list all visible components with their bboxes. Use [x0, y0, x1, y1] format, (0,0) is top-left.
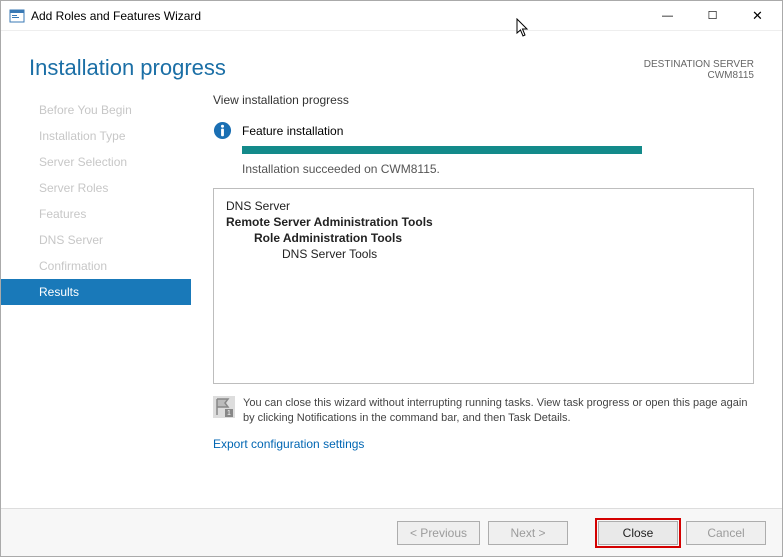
page-title: Installation progress [29, 55, 226, 81]
destination-server: DESTINATION SERVER CWM8115 [644, 59, 754, 81]
wizard-window: Add Roles and Features Wizard — ☐ ✕ Inst… [0, 0, 783, 557]
result-rsat: Remote Server Administration Tools [226, 215, 741, 229]
status-text: Installation succeeded on CWM8115. [242, 162, 754, 176]
header: Installation progress DESTINATION SERVER… [1, 31, 782, 89]
info-icon [213, 121, 232, 140]
result-role-admin-tools: Role Administration Tools [226, 231, 741, 245]
body: Before You Begin Installation Type Serve… [1, 89, 782, 508]
footer: < Previous Next > Close Cancel [1, 508, 782, 556]
minimize-button[interactable]: — [645, 2, 690, 30]
note-row: 1 You can close this wizard without inte… [213, 396, 754, 427]
svg-text:1: 1 [227, 410, 231, 417]
dest-server-name: CWM8115 [644, 70, 754, 81]
dest-label: DESTINATION SERVER [644, 59, 754, 70]
note-text: You can close this wizard without interr… [243, 396, 754, 427]
results-box: DNS Server Remote Server Administration … [213, 188, 754, 384]
next-button: Next > [488, 521, 568, 545]
content: View installation progress Feature insta… [191, 89, 782, 508]
sidebar-item-confirmation: Confirmation [1, 253, 191, 279]
sidebar: Before You Begin Installation Type Serve… [1, 89, 191, 508]
result-dns-server: DNS Server [226, 199, 741, 213]
app-icon [9, 8, 25, 24]
sidebar-item-dns-server: DNS Server [1, 227, 191, 253]
sidebar-item-installation-type: Installation Type [1, 123, 191, 149]
feature-status-row: Feature installation [213, 121, 754, 140]
export-config-link[interactable]: Export configuration settings [213, 437, 754, 451]
sidebar-item-results[interactable]: Results [1, 279, 191, 305]
flag-icon: 1 [213, 396, 235, 418]
cancel-button: Cancel [686, 521, 766, 545]
progress-bar [242, 146, 642, 154]
maximize-button[interactable]: ☐ [690, 2, 735, 30]
progress-bar-wrap [242, 146, 754, 154]
titlebar: Add Roles and Features Wizard — ☐ ✕ [1, 1, 782, 31]
content-heading: View installation progress [213, 93, 754, 107]
previous-button: < Previous [397, 521, 480, 545]
sidebar-item-server-selection: Server Selection [1, 149, 191, 175]
sidebar-item-server-roles: Server Roles [1, 175, 191, 201]
window-close-button[interactable]: ✕ [735, 2, 780, 30]
window-title: Add Roles and Features Wizard [31, 9, 645, 23]
result-dns-server-tools: DNS Server Tools [226, 247, 741, 261]
close-button[interactable]: Close [598, 521, 678, 545]
feature-label: Feature installation [242, 124, 343, 138]
sidebar-item-before-you-begin: Before You Begin [1, 97, 191, 123]
sidebar-item-features: Features [1, 201, 191, 227]
